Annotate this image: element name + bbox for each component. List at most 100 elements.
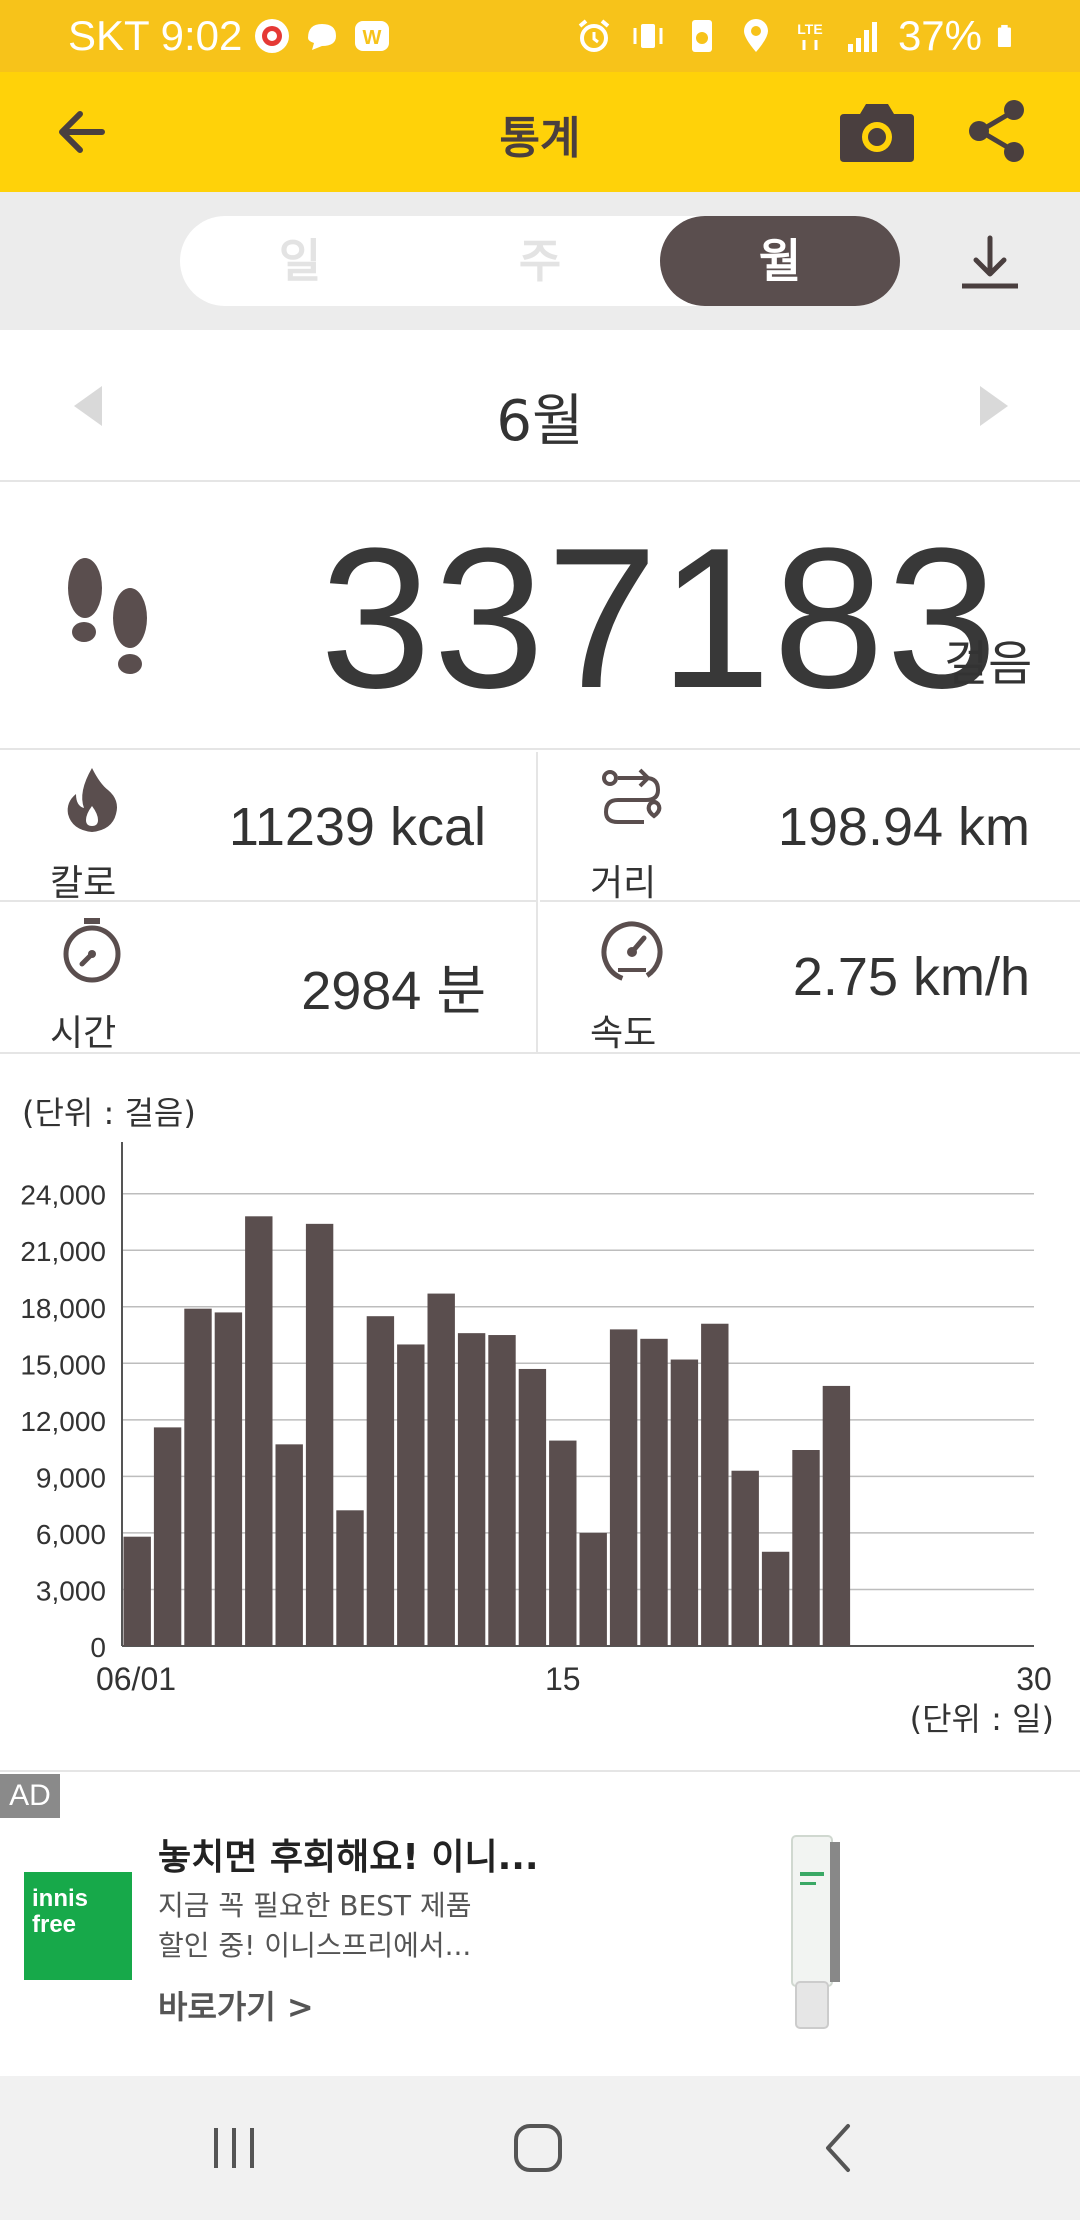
stat-calories: 칼로 11239 kcal xyxy=(0,752,538,904)
status-bar: SKT 9:02 W LTE 37% xyxy=(0,0,1080,72)
y-tick-label: 12,000 xyxy=(20,1406,106,1437)
status-left: SKT 9:02 W xyxy=(68,12,392,60)
download-icon[interactable] xyxy=(958,232,1022,296)
ad-headline[interactable]: 놓치면 후회해요! 이니... xyxy=(158,1828,539,1880)
steps-chart: (단위 : 걸음) 0 3,000 6,000 9,000 12,000 15,000 18… xyxy=(0,1056,1080,1772)
camera-icon[interactable] xyxy=(838,100,916,164)
chart-bar xyxy=(153,1427,182,1646)
chart-bar xyxy=(488,1335,516,1646)
ad-badge: AD xyxy=(0,1774,60,1818)
tab-day[interactable]: 일 xyxy=(180,216,420,306)
ad-description: 지금 꼭 필요한 BEST 제품 할인 중! 이니스프리에서... xyxy=(158,1889,472,1962)
ad-brand-logo: innis free xyxy=(24,1872,132,1980)
status-right: LTE 37% xyxy=(574,12,1022,60)
chart-bar xyxy=(427,1293,455,1646)
system-nav-bar xyxy=(0,2076,1080,2220)
steps-summary: 337183 걸음 xyxy=(0,484,1080,750)
period-label: 6월 xyxy=(496,389,584,454)
stats-grid: 칼로 11239 kcal 거리 198.94 km 시간 2984 분 속도 xyxy=(0,752,1080,1054)
chart-bar xyxy=(366,1316,395,1646)
stat-value: 2984 분 xyxy=(301,961,486,1021)
tab-month[interactable]: 월 xyxy=(660,216,900,306)
chat-notification-icon xyxy=(308,24,337,50)
chart-bar xyxy=(214,1312,243,1646)
chart-bar xyxy=(457,1333,486,1646)
chart-bar xyxy=(761,1551,790,1646)
y-tick-label: 21,000 xyxy=(20,1236,106,1267)
stat-label: 시간 xyxy=(50,1013,117,1054)
home-icon[interactable] xyxy=(508,2118,568,2178)
chart-bar xyxy=(184,1308,212,1646)
chart-bar xyxy=(549,1440,577,1646)
ad-logo-line2: free xyxy=(32,1911,77,1938)
y-tick-label: 3,000 xyxy=(36,1575,106,1606)
next-period-icon[interactable] xyxy=(978,382,1012,430)
stat-speed: 속도 2.75 km/h xyxy=(540,902,1080,1054)
ad-product-image xyxy=(791,1835,840,2029)
chart-bar xyxy=(822,1385,851,1646)
chart-bar xyxy=(701,1323,729,1646)
y-tick-label: 9,000 xyxy=(36,1462,106,1493)
page-title: 통계 xyxy=(499,113,581,164)
signal-icon xyxy=(847,22,877,52)
ad-cta-link[interactable]: 바로가기 > xyxy=(158,1982,314,2028)
chart-bar xyxy=(123,1536,151,1646)
alarm-icon xyxy=(578,19,610,52)
recents-icon[interactable] xyxy=(204,2118,264,2178)
stat-label: 속도 xyxy=(590,1013,657,1054)
battery-percent: 37% xyxy=(897,12,982,59)
x-tick-label: 06/01 xyxy=(96,1661,176,1697)
period-segmented-control: 일 주 월 xyxy=(180,216,900,306)
flame-icon xyxy=(67,768,117,832)
total-steps-value: 337183 xyxy=(320,507,1000,730)
stat-value: 198.94 km xyxy=(777,797,1030,857)
stat-time: 시간 2984 분 xyxy=(0,902,538,1054)
chart-bar xyxy=(609,1329,638,1646)
footprints-icon xyxy=(68,558,147,674)
y-tick-label: 24,000 xyxy=(20,1180,106,1211)
chart-bar xyxy=(640,1338,668,1646)
stopwatch-icon xyxy=(63,918,121,983)
y-tick-label: 6,000 xyxy=(36,1519,106,1550)
chart-bar xyxy=(792,1450,820,1646)
chart-bar xyxy=(336,1510,364,1646)
ad-banner[interactable]: AD innis free 놓치면 후회해요! 이니... 지금 꼭 필요한 B… xyxy=(0,1774,1080,2074)
chart-bar xyxy=(579,1532,607,1646)
steps-unit: 걸음 xyxy=(944,636,1033,692)
svg-text:W: W xyxy=(363,27,382,49)
chart-bar xyxy=(245,1216,273,1646)
svg-text:LTE: LTE xyxy=(797,21,822,37)
ad-logo-line1: innis xyxy=(32,1885,89,1912)
bar-chart: 0 3,000 6,000 9,000 12,000 15,000 18,000 21,000… xyxy=(20,1142,1052,1697)
app-bar: 통계 xyxy=(0,72,1080,192)
stat-value: 2.75 km/h xyxy=(792,947,1030,1007)
period-tab-bar: 일 주 월 xyxy=(0,192,1080,330)
stat-distance: 거리 198.94 km xyxy=(540,752,1080,904)
x-tick-label: 15 xyxy=(545,1661,581,1697)
period-navigator: 6월 xyxy=(0,330,1080,482)
chart-bar xyxy=(518,1368,547,1646)
back-icon[interactable] xyxy=(810,2118,870,2178)
battery-icon xyxy=(997,24,1011,48)
stat-value: 11239 kcal xyxy=(228,797,486,857)
chart-x-unit-label: (단위 : 일) xyxy=(909,1700,1054,1738)
app-notification-icon xyxy=(255,19,290,53)
stat-label: 칼로 xyxy=(50,863,117,904)
y-tick-label: 0 xyxy=(90,1632,106,1663)
chart-bar xyxy=(397,1344,425,1646)
speedometer-icon xyxy=(601,921,663,983)
x-tick-label: 30 xyxy=(1016,1661,1052,1697)
vibrate-icon xyxy=(633,24,663,48)
share-icon[interactable] xyxy=(966,98,1028,164)
status-carrier-time: SKT 9:02 xyxy=(68,12,243,59)
route-icon xyxy=(602,768,662,824)
chart-bar xyxy=(731,1470,759,1646)
y-tick-label: 15,000 xyxy=(20,1349,106,1380)
chart-bar xyxy=(305,1223,334,1646)
tab-week[interactable]: 주 xyxy=(420,216,660,306)
y-tick-label: 18,000 xyxy=(20,1293,106,1324)
stat-label: 거리 xyxy=(590,863,657,904)
location-icon xyxy=(743,19,768,52)
lte-icon: LTE xyxy=(797,21,823,50)
recycle-icon xyxy=(691,20,712,52)
